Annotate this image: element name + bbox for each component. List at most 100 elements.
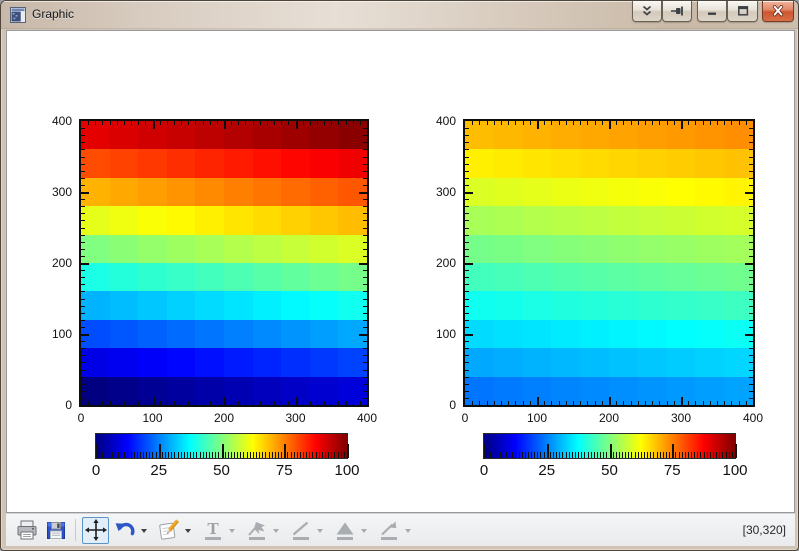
x-tick: [238, 121, 239, 125]
y-tick: [363, 327, 367, 328]
colorbar-tick: [544, 452, 545, 458]
close-button[interactable]: [762, 1, 794, 22]
y-tick: [363, 377, 367, 378]
arrow-annotation-button[interactable]: [375, 517, 402, 544]
heatmap-cell: [465, 291, 494, 319]
y-tick: [749, 320, 753, 321]
x-tick: [573, 121, 574, 125]
x-tick: [602, 401, 603, 405]
pan-button[interactable]: [82, 517, 109, 544]
heatmap-cell: [253, 149, 282, 177]
colorbar-tick: [719, 452, 720, 458]
x-tick: [530, 401, 531, 405]
y-tick: [363, 235, 367, 236]
x-tick: [124, 401, 125, 405]
app-window-icon: [10, 7, 26, 23]
annotate-button[interactable]: [155, 517, 182, 544]
heatmap-cell: [138, 263, 167, 291]
heatmap-cell: [695, 121, 724, 149]
heatmap-plot-left[interactable]: 01002003004000100200300400: [79, 119, 369, 407]
y-tick: [81, 199, 85, 200]
y-tick: [81, 135, 85, 136]
colorbar-tick: [650, 452, 651, 458]
save-button[interactable]: [42, 517, 69, 544]
x-tick: [360, 401, 361, 405]
x-tick: [695, 121, 696, 125]
y-tick: [465, 220, 469, 221]
x-tick: [203, 121, 204, 125]
polygon-annotation-button[interactable]: [331, 517, 358, 544]
heatmap-cell: [224, 178, 253, 206]
x-tick: [688, 401, 689, 405]
x-tick: [479, 121, 480, 125]
heatmap-cell: [195, 291, 224, 319]
heatmap-plot-right[interactable]: 01002003004000100200300400: [463, 119, 755, 407]
colorbar-tick: [231, 452, 232, 458]
maximize-button[interactable]: [727, 1, 758, 22]
x-tick: [739, 401, 740, 405]
print-button[interactable]: [13, 517, 40, 544]
colorbar-tick: [697, 452, 698, 458]
arrow-dropdown-caret: [405, 529, 411, 533]
colorbar-tick: [287, 452, 288, 458]
colorbar-tick: [569, 452, 570, 458]
x-tick: [724, 121, 725, 125]
line-annotation-button[interactable]: [287, 517, 314, 544]
colorbar-tick: [694, 452, 695, 458]
heatmap-cell: [310, 121, 339, 149]
freehand-annotation-button[interactable]: [243, 517, 270, 544]
colorbar-tick: [600, 452, 601, 458]
heatmap-cell: [465, 348, 494, 376]
y-tick: [81, 192, 89, 194]
y-tick: [81, 398, 85, 399]
pan-arrows-icon: [84, 518, 108, 542]
x-tick: [638, 401, 639, 405]
heatmap-cell: [494, 263, 523, 291]
x-tick: [688, 121, 689, 125]
toolbar-separator: [75, 519, 76, 541]
heatmap-cell: [281, 263, 310, 291]
minimize-button[interactable]: [697, 1, 727, 22]
colorbar-tick: [556, 452, 557, 458]
colorbar-tick: [303, 452, 304, 458]
y-tick: [81, 313, 85, 314]
heatmap-cell: [195, 121, 224, 149]
x-tick: [117, 121, 118, 125]
x-tick: [217, 121, 218, 125]
heatmap-cell: [310, 291, 339, 319]
undo-button[interactable]: [111, 517, 138, 544]
x-tick: [238, 401, 239, 405]
colorbar-tick: [347, 444, 349, 458]
colorbar-tick: [275, 452, 276, 458]
y-tick: [363, 284, 367, 285]
x-tick: [645, 401, 646, 405]
colorbar-tick: [284, 444, 286, 458]
text-annotation-button[interactable]: T: [199, 517, 226, 544]
pin-button[interactable]: [662, 1, 692, 22]
x-tick: [253, 401, 254, 405]
titlebar[interactable]: Graphic: [1, 1, 798, 29]
undo-dropdown-caret[interactable]: [141, 529, 147, 533]
x-tick: [674, 121, 675, 125]
colorbar-tick: [679, 452, 680, 458]
annotate-dropdown-caret[interactable]: [185, 529, 191, 533]
graphics-canvas[interactable]: 01002003004000100200300400 0100200300400…: [6, 30, 795, 513]
shade-button[interactable]: [632, 1, 662, 22]
heatmap-cell: [465, 206, 494, 234]
x-tick: [616, 121, 617, 125]
colorbar-tick-label: 0: [92, 463, 100, 478]
y-tick-label: 0: [65, 399, 72, 411]
y-tick-label: 100: [52, 328, 72, 340]
y-tick: [81, 164, 85, 165]
y-tick: [465, 206, 469, 207]
heatmap-cell: [695, 348, 724, 376]
colorbar-tick: [156, 452, 157, 458]
x-tick: [210, 121, 211, 125]
y-tick: [81, 256, 85, 257]
y-tick: [81, 391, 85, 392]
x-tick: [310, 401, 311, 405]
colorbar-tick-label: 25: [150, 463, 167, 478]
heatmap-cell: [667, 149, 696, 177]
x-tick: [710, 121, 711, 125]
heatmap-cell: [580, 291, 609, 319]
